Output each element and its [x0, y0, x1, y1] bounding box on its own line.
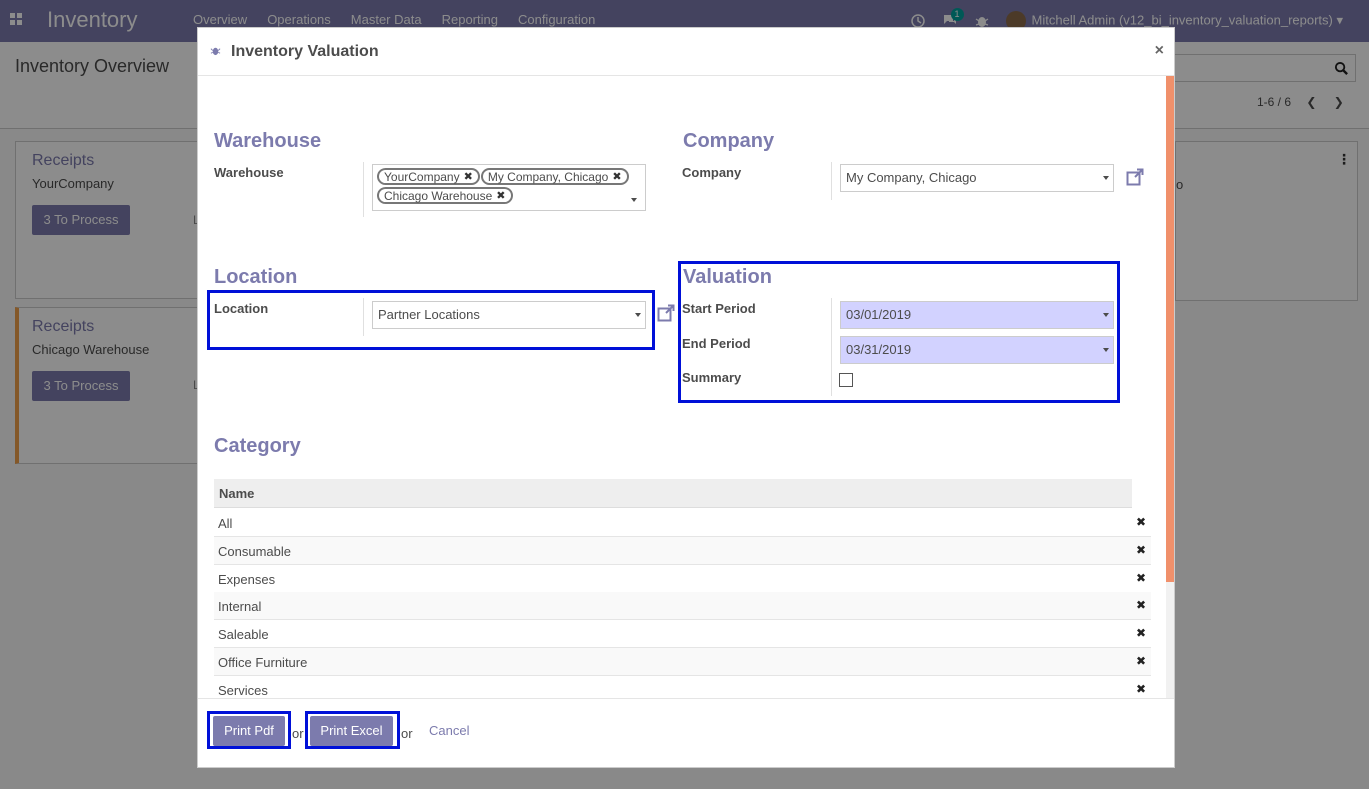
warehouse-tag: Chicago Warehouse ✖: [377, 187, 513, 204]
category-name: Internal: [218, 599, 262, 615]
company-select[interactable]: My Company, Chicago: [840, 164, 1114, 192]
chevron-down-icon: [1103, 313, 1109, 317]
remove-tag-icon[interactable]: ✖: [612, 170, 621, 183]
table-row[interactable]: All ✖: [214, 509, 1151, 537]
category-name: Expenses: [218, 571, 276, 587]
field-divider: [363, 298, 364, 336]
company-label: Company: [682, 165, 742, 180]
end-period-label: End Period: [682, 336, 751, 351]
category-section-title: Category: [214, 435, 301, 457]
tag-label: YourCompany: [384, 169, 460, 184]
category-name: Saleable: [218, 627, 269, 643]
end-period-field[interactable]: 03/31/2019: [840, 336, 1114, 364]
field-divider: [363, 162, 364, 217]
delete-row-icon[interactable]: ✖: [1136, 626, 1146, 640]
warehouse-tags-field[interactable]: YourCompany ✖ My Company, Chicago ✖ Chicago …: [372, 164, 646, 211]
location-section-title: Location: [214, 266, 298, 288]
table-row[interactable]: Expenses ✖: [214, 564, 1151, 593]
company-value: My Company, Chicago: [846, 170, 977, 185]
chevron-down-icon: [635, 313, 641, 317]
category-table-header: Name: [214, 479, 1132, 508]
print-pdf-button[interactable]: Print Pdf: [213, 716, 285, 746]
delete-row-icon[interactable]: ✖: [1136, 543, 1146, 557]
table-row[interactable]: Office Furniture ✖: [214, 648, 1151, 676]
close-icon[interactable]: ×: [1155, 42, 1164, 60]
field-divider: [831, 298, 832, 396]
inventory-valuation-dialog: Inventory Valuation × Warehouse Warehous…: [197, 27, 1175, 768]
location-value: Partner Locations: [378, 307, 480, 322]
scrollbar-thumb[interactable]: [1166, 76, 1174, 582]
modal-body: Warehouse Warehouse YourCompany ✖ My Compa…: [198, 76, 1174, 698]
summary-checkbox[interactable]: [839, 373, 853, 387]
chevron-down-icon: [1103, 348, 1109, 352]
start-period-label: Start Period: [682, 301, 756, 316]
or-separator: or: [292, 726, 304, 741]
delete-row-icon[interactable]: ✖: [1136, 654, 1146, 668]
remove-tag-icon[interactable]: ✖: [464, 170, 473, 183]
chevron-down-icon: [1103, 176, 1109, 180]
warehouse-tag: My Company, Chicago ✖: [480, 168, 629, 185]
external-link-icon[interactable]: [1126, 168, 1144, 186]
field-divider: [831, 162, 832, 200]
start-period-value: 03/01/2019: [846, 307, 912, 322]
end-period-value: 03/31/2019: [846, 342, 912, 357]
category-name: All: [218, 516, 233, 531]
modal-header: Inventory Valuation ×: [198, 28, 1174, 76]
summary-label: Summary: [682, 370, 742, 385]
remove-tag-icon[interactable]: ✖: [496, 189, 505, 202]
table-row[interactable]: Internal ✖: [214, 592, 1151, 621]
category-name: Consumable: [218, 543, 291, 559]
modal-footer: Print Pdf or Print Excel or Cancel: [198, 698, 1174, 767]
start-period-field[interactable]: 03/01/2019: [840, 301, 1114, 329]
external-link-icon[interactable]: [657, 304, 675, 322]
warehouse-label: Warehouse: [214, 165, 284, 180]
table-row[interactable]: Services ✖: [214, 675, 1151, 698]
or-separator: or: [401, 726, 413, 741]
debug-bug-icon: [210, 47, 221, 56]
delete-row-icon[interactable]: ✖: [1136, 515, 1146, 529]
table-row[interactable]: Consumable ✖: [214, 536, 1151, 565]
category-name: Services: [218, 682, 268, 698]
modal-title: Inventory Valuation: [231, 43, 379, 60]
warehouse-section-title: Warehouse: [214, 130, 322, 152]
print-excel-button[interactable]: Print Excel: [310, 716, 393, 746]
location-select[interactable]: Partner Locations: [372, 301, 646, 329]
tag-label: My Company, Chicago: [487, 169, 609, 184]
chevron-down-icon[interactable]: [631, 198, 637, 202]
category-name: Office Furniture: [218, 655, 308, 670]
location-label: Location: [214, 301, 269, 316]
delete-row-icon[interactable]: ✖: [1136, 682, 1146, 696]
delete-row-icon[interactable]: ✖: [1136, 598, 1146, 612]
company-section-title: Company: [683, 130, 775, 152]
warehouse-tag: YourCompany ✖: [377, 168, 480, 185]
delete-row-icon[interactable]: ✖: [1136, 571, 1146, 585]
tag-label: Chicago Warehouse: [384, 188, 493, 203]
name-column-header[interactable]: Name: [219, 486, 254, 501]
valuation-section-title: Valuation: [683, 266, 772, 288]
table-row[interactable]: Saleable ✖: [214, 620, 1151, 649]
cancel-link[interactable]: Cancel: [429, 723, 469, 738]
